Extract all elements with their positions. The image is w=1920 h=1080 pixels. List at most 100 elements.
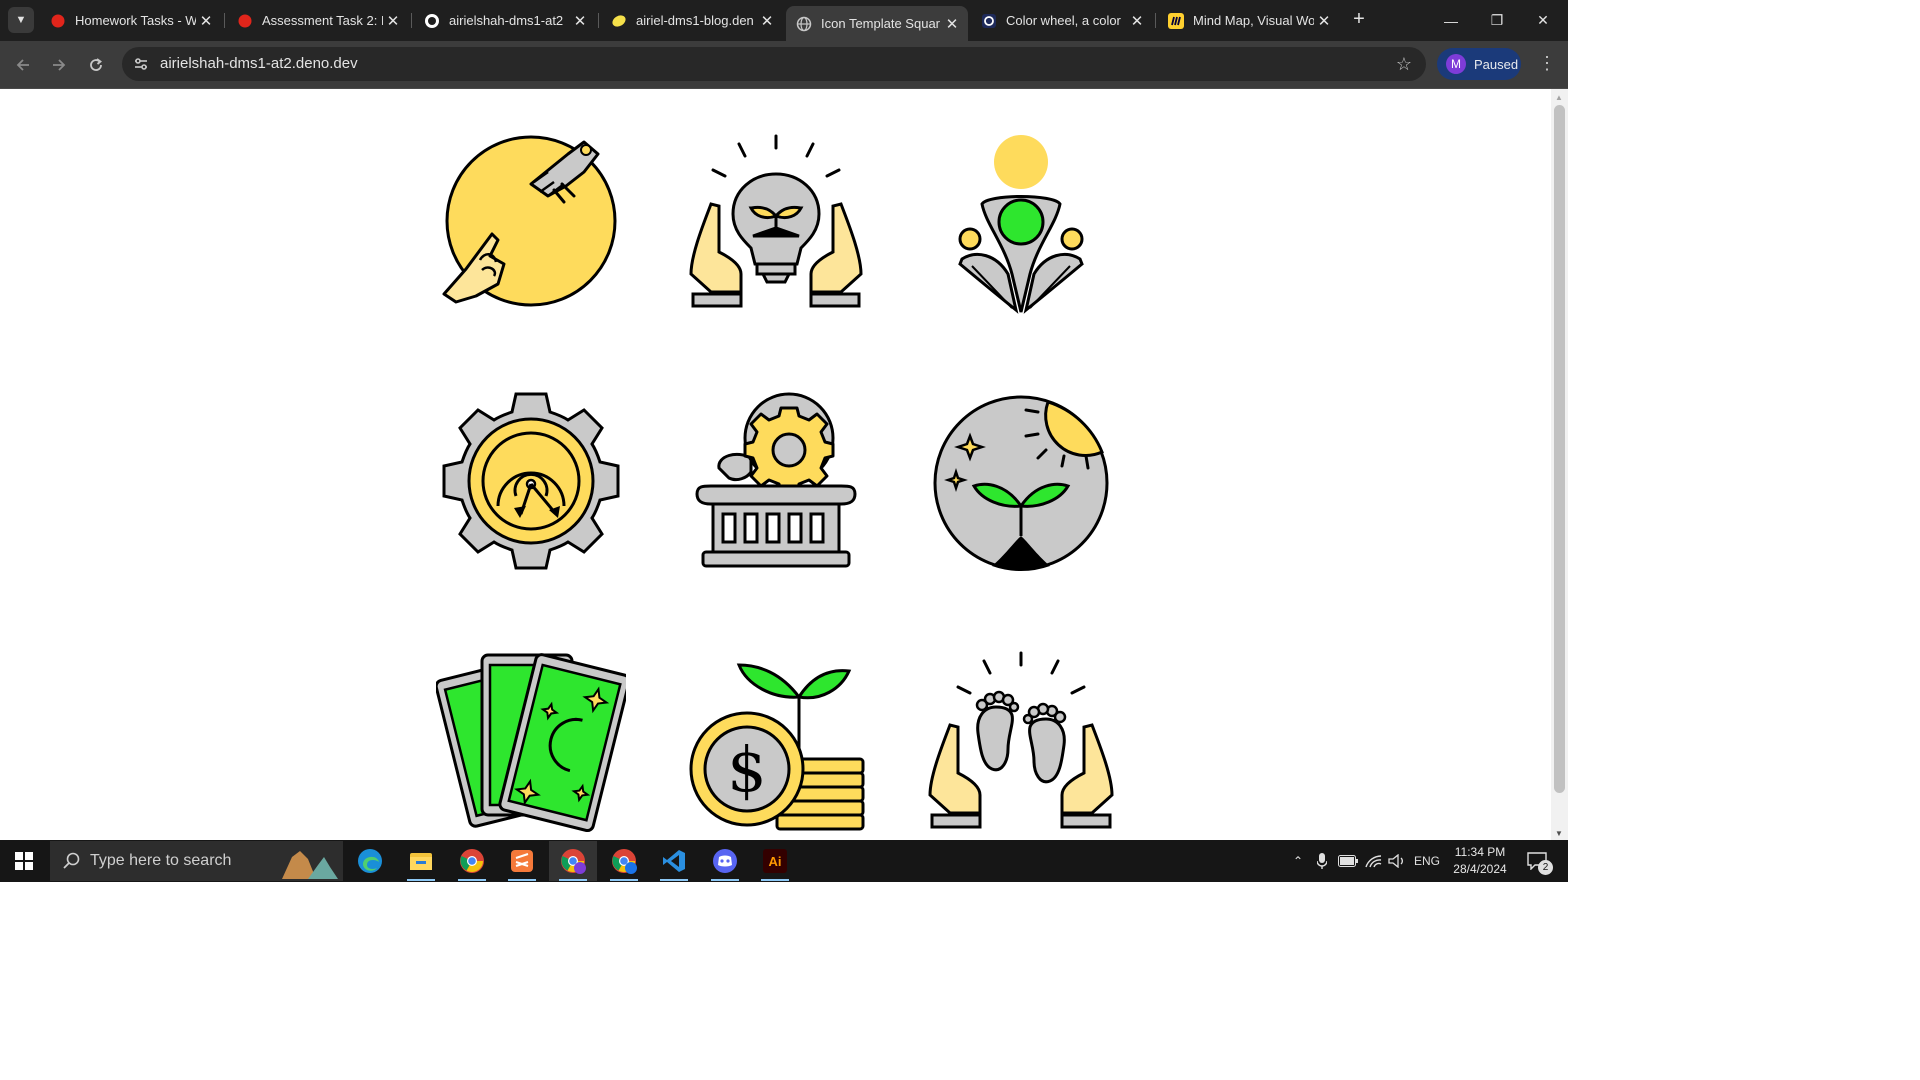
- minimize-button[interactable]: —: [1428, 0, 1474, 41]
- arrow-right-icon: [53, 59, 66, 71]
- taskbar-clock[interactable]: 11:34 PM 28/4/2024: [1444, 844, 1516, 878]
- close-icon[interactable]: ✕: [196, 12, 216, 30]
- close-icon[interactable]: ✕: [757, 12, 777, 30]
- show-hidden-icons[interactable]: ⌃: [1286, 840, 1310, 882]
- tab-color-wheel[interactable]: Color wheel, a color ✕: [971, 6, 1153, 35]
- tab-github-repo[interactable]: airielshah-dms1-at2 ✕: [414, 6, 596, 35]
- wifi-icon[interactable]: [1362, 840, 1384, 882]
- chrome-icon: [460, 849, 484, 873]
- site-settings-icon[interactable]: [132, 55, 150, 73]
- plus-icon: +: [1353, 8, 1365, 30]
- vertical-scrollbar[interactable]: ▲ ▼: [1551, 89, 1568, 840]
- browser-menu-button[interactable]: ⋮: [1538, 53, 1556, 74]
- color-wheel-icon: [981, 13, 997, 29]
- tab-mind-map[interactable]: Mind Map, Visual Wo ✕: [1158, 6, 1340, 35]
- more-vertical-icon: ⋮: [1538, 53, 1556, 73]
- chrome-app[interactable]: [448, 841, 496, 881]
- lightbulb-gear-pillar-icon: [681, 386, 871, 576]
- search-highlight-icon: [282, 851, 338, 879]
- new-tab-button[interactable]: +: [1348, 8, 1370, 32]
- tab-icon-template[interactable]: Icon Template Squar ✕: [786, 6, 968, 41]
- windows-taskbar: Type here to search Ai ⌃ ENG 11:34 PM 28…: [0, 840, 1568, 882]
- close-icon[interactable]: ✕: [383, 12, 403, 30]
- illustrator-app[interactable]: Ai: [751, 841, 799, 881]
- moon-sun-sprout-icon: [926, 386, 1116, 576]
- tab-assessment-task[interactable]: Assessment Task 2: D ✕: [227, 6, 409, 35]
- tab-search-button[interactable]: ▼: [8, 7, 34, 33]
- scroll-up-icon[interactable]: ▲: [1555, 93, 1563, 102]
- vscode-app[interactable]: [650, 841, 698, 881]
- person-community-icon: [926, 124, 1116, 314]
- illustrator-icon: Ai: [763, 849, 787, 873]
- discord-icon: [713, 849, 737, 873]
- red-app-icon: [237, 13, 253, 29]
- vscode-icon: [663, 850, 685, 872]
- chrome-alt-icon: [612, 849, 637, 874]
- tab-title: airielshah-dms1-at2: [449, 13, 564, 28]
- svg-text:$: $: [727, 733, 766, 806]
- chevron-down-icon: ▼: [15, 14, 27, 26]
- deno-icon: [611, 13, 627, 29]
- hands-lightbulb-sprout-icon: [681, 124, 871, 314]
- scroll-thumb[interactable]: [1554, 105, 1565, 793]
- language-indicator[interactable]: ENG: [1410, 840, 1444, 882]
- chrome-alt-app[interactable]: [600, 841, 648, 881]
- notification-center-button[interactable]: 2: [1520, 840, 1554, 882]
- tab-title: Icon Template Squar: [821, 16, 940, 31]
- close-window-button[interactable]: ✕: [1520, 0, 1566, 41]
- tab-homework-tasks[interactable]: Homework Tasks - W ✕: [40, 6, 222, 35]
- arrow-left-icon: [16, 59, 29, 71]
- profile-status: Paused: [1474, 56, 1519, 72]
- taskbar-search[interactable]: Type here to search: [50, 841, 343, 881]
- close-icon[interactable]: ✕: [942, 15, 962, 33]
- sublime-app[interactable]: [498, 841, 546, 881]
- file-explorer-icon: [410, 853, 432, 870]
- bookmark-star-icon[interactable]: ☆: [1396, 54, 1412, 75]
- human-robot-touch-icon: [436, 124, 626, 314]
- edge-icon: [358, 849, 382, 873]
- restore-icon: ❐: [1490, 12, 1504, 28]
- chrome-profile-app[interactable]: [549, 841, 597, 881]
- red-app-icon: [50, 13, 66, 29]
- avatar: M: [1446, 54, 1466, 74]
- forward-button[interactable]: [45, 51, 73, 79]
- back-button[interactable]: [9, 51, 37, 79]
- battery-icon[interactable]: [1336, 840, 1360, 882]
- tarot-cards-icon: [436, 645, 626, 835]
- page-content: $: [0, 89, 1551, 840]
- tab-title: Homework Tasks - W: [75, 13, 196, 28]
- chevron-up-icon: ⌃: [1292, 854, 1304, 868]
- restore-button[interactable]: ❐: [1474, 0, 1520, 41]
- reload-button[interactable]: [82, 51, 110, 79]
- globe-icon: [796, 16, 812, 32]
- tab-strip: ▼ Homework Tasks - W ✕ Assessment Task 2…: [0, 0, 1568, 41]
- close-icon[interactable]: ✕: [1314, 12, 1334, 30]
- url-text[interactable]: airielshah-dms1-at2.deno.dev: [160, 55, 358, 72]
- tab-title: Mind Map, Visual Wo: [1193, 13, 1314, 28]
- miro-icon: [1168, 12, 1184, 29]
- file-explorer-app[interactable]: [397, 841, 445, 881]
- clock-date: 28/4/2024: [1453, 862, 1507, 876]
- windows-logo-icon: [15, 852, 33, 870]
- search-placeholder: Type here to search: [90, 852, 232, 869]
- scroll-down-icon[interactable]: ▼: [1555, 829, 1563, 838]
- edge-app[interactable]: [346, 841, 394, 881]
- volume-icon[interactable]: [1386, 840, 1408, 882]
- chrome-profile-icon: [561, 849, 586, 874]
- tab-title: Color wheel, a color: [1006, 13, 1121, 28]
- close-icon[interactable]: ✕: [1127, 12, 1147, 30]
- profile-button[interactable]: M Paused: [1437, 48, 1521, 80]
- tab-deno-blog[interactable]: airiel-dms1-blog.den ✕: [601, 6, 783, 35]
- sublime-icon: [511, 850, 533, 872]
- language-label: ENG: [1413, 854, 1440, 868]
- start-button[interactable]: [0, 840, 48, 882]
- close-icon[interactable]: ✕: [570, 12, 590, 30]
- discord-app[interactable]: [701, 841, 749, 881]
- notification-count-badge: 2: [1538, 860, 1553, 875]
- coin-plant-icon: $: [681, 645, 871, 835]
- github-icon: [424, 13, 440, 29]
- microphone-icon[interactable]: [1312, 840, 1332, 882]
- tab-title: Assessment Task 2: D: [262, 13, 383, 28]
- reload-icon: [90, 58, 102, 71]
- address-bar[interactable]: airielshah-dms1-at2.deno.dev ☆: [122, 47, 1426, 81]
